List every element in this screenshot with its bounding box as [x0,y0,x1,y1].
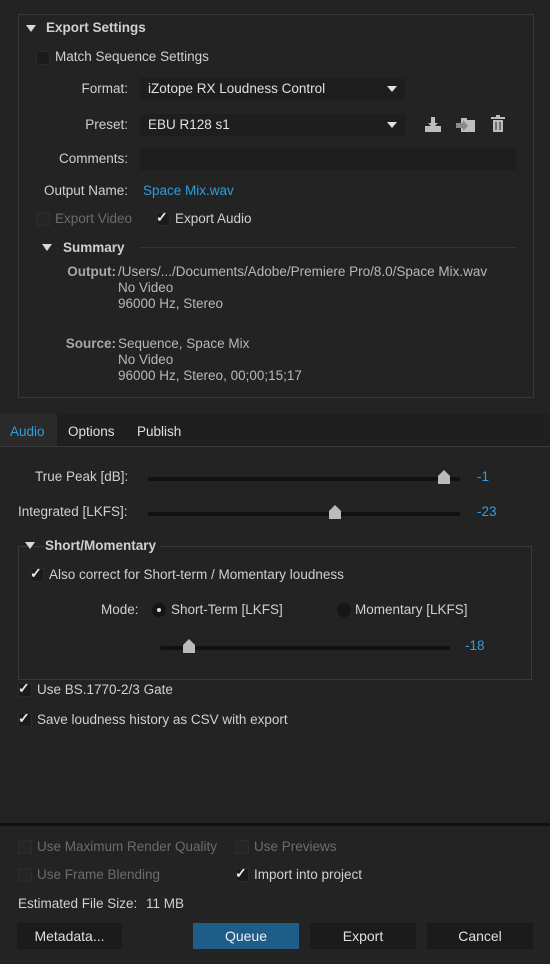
csv-label: Save loudness history as CSV with export [37,712,288,727]
save-preset-icon[interactable] [423,115,443,133]
export-button[interactable]: Export [310,923,416,949]
mode-label: Mode: [101,602,139,617]
delete-preset-icon[interactable] [490,115,506,133]
export-settings-title: Export Settings [46,20,146,35]
short-term-slider[interactable] [160,646,450,650]
tab-options[interactable]: Options [68,414,115,447]
true-peak-value[interactable]: -1 [477,469,489,484]
bottom-divider [0,823,550,826]
format-label: Format: [81,81,128,96]
checkmark-icon: ✓ [156,209,168,225]
file-size-value: 11 MB [146,896,185,911]
short-term-value[interactable]: -18 [465,638,485,653]
summary-output-line3: 96000 Hz, Stereo [118,296,224,311]
comments-label: Comments: [58,151,128,166]
tab-publish[interactable]: Publish [137,414,181,447]
gate-label: Use BS.1770-2/3 Gate [37,682,173,697]
max-render-checkbox[interactable] [18,840,32,854]
format-value: iZotope RX Loudness Control [148,81,326,96]
output-name-label: Output Name: [43,183,128,198]
cancel-button[interactable]: Cancel [427,923,533,949]
import-preset-icon[interactable] [456,116,476,134]
collapse-summary-icon[interactable] [42,244,52,251]
format-select[interactable]: iZotope RX Loudness Control [140,78,405,100]
summary-title: Summary [63,240,125,255]
summary-divider [140,247,516,248]
export-video-checkbox[interactable] [36,212,50,226]
momentary-radio[interactable] [337,603,351,617]
true-peak-slider[interactable] [148,477,460,481]
file-size-label: Estimated File Size: [18,896,138,911]
max-render-label: Use Maximum Render Quality [37,839,218,854]
radio-selected-dot [157,608,161,612]
export-video-label: Export Video [55,211,133,226]
summary-output-label: Output: [67,264,116,279]
frame-blending-label: Use Frame Blending [37,867,161,882]
collapse-short-momentary-icon[interactable] [25,542,35,549]
use-previews-label: Use Previews [254,839,337,854]
comments-input[interactable] [140,148,516,170]
summary-source-label: Source: [65,336,116,351]
integrated-value[interactable]: -23 [477,504,497,519]
summary-output-line2: No Video [118,280,174,295]
checkmark-icon: ✓ [18,710,30,726]
true-peak-slider-thumb[interactable] [438,470,451,484]
preset-value: EBU R128 s1 [148,117,230,132]
metadata-button[interactable]: Metadata... [17,923,122,949]
queue-button[interactable]: Queue [193,923,299,949]
frame-blending-checkbox[interactable] [18,868,32,882]
output-name-link[interactable]: Space Mix.wav [143,183,234,198]
match-sequence-checkbox[interactable] [36,51,50,65]
short-term-slider-thumb[interactable] [183,639,195,653]
momentary-label: Momentary [LKFS] [355,602,468,617]
checkmark-icon: ✓ [30,565,42,581]
also-correct-label: Also correct for Short-term / Momentary … [49,567,344,582]
chevron-down-icon [387,86,397,92]
preset-select[interactable]: EBU R128 s1 [140,114,405,136]
match-sequence-label: Match Sequence Settings [55,49,209,64]
checkmark-icon: ✓ [18,680,30,696]
tab-audio[interactable]: Audio [10,414,45,447]
integrated-label: Integrated [LKFS]: [18,504,128,519]
summary-source-line2: No Video [118,352,174,367]
integrated-slider[interactable] [148,512,460,516]
export-audio-label: Export Audio [175,211,252,226]
chevron-down-icon [387,122,397,128]
use-previews-checkbox[interactable] [235,840,249,854]
checkmark-icon: ✓ [235,865,247,881]
integrated-slider-thumb[interactable] [329,505,342,519]
summary-output-line1: /Users/.../Documents/Adobe/Premiere Pro/… [118,264,488,279]
summary-source-line1: Sequence, Space Mix [118,336,250,351]
collapse-export-settings-icon[interactable] [26,25,36,32]
import-label: Import into project [254,867,363,882]
short-term-label: Short-Term [LKFS] [171,602,283,617]
true-peak-label: True Peak [dB]: [35,469,129,484]
short-momentary-title: Short/Momentary [45,538,161,553]
summary-source-line3: 96000 Hz, Stereo, 00;00;15;17 [118,368,302,383]
preset-label: Preset: [85,117,128,132]
